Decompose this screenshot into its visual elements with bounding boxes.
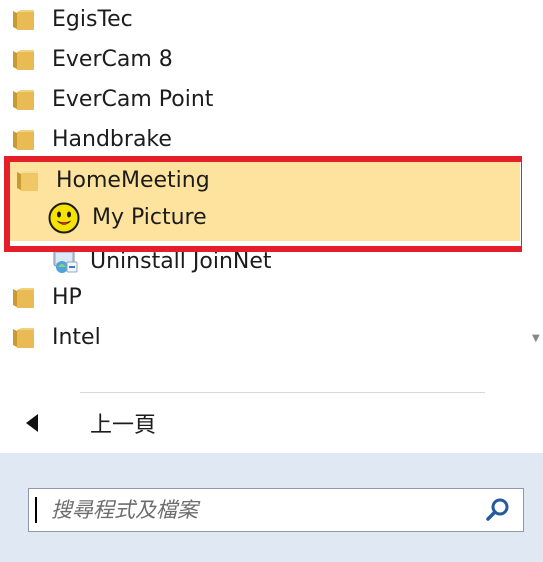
program-item-egistec[interactable]: EgisTec (12, 0, 133, 40)
program-label: HP (52, 285, 82, 310)
folder-icon (13, 10, 34, 30)
back-button[interactable]: 上一頁 (26, 398, 156, 448)
search-icon[interactable] (485, 497, 511, 523)
program-item-intel[interactable]: Intel (12, 318, 101, 358)
menu-separator (80, 392, 485, 393)
program-item-homemeeting[interactable]: HomeMeeting (16, 161, 210, 201)
program-item-evercam-point[interactable]: EverCam Point (12, 80, 213, 120)
folder-icon (13, 328, 34, 348)
all-programs-list: EgisTec EverCam 8 EverCam Point Handbrak… (0, 0, 527, 360)
program-label: Handbrake (52, 127, 172, 152)
program-item-evercam-8[interactable]: EverCam 8 (12, 40, 173, 80)
uninstall-icon (53, 250, 78, 273)
smiley-icon (48, 202, 80, 234)
program-label: EverCam 8 (52, 47, 173, 72)
program-label: Uninstall JoinNet (90, 249, 272, 274)
scroll-down-arrow-icon[interactable]: ▼ (532, 334, 540, 344)
folder-icon (13, 288, 34, 308)
start-menu: EgisTec EverCam 8 EverCam Point Handbrak… (0, 0, 543, 562)
program-label: Intel (52, 325, 101, 350)
program-item-handbrake[interactable]: Handbrake (12, 120, 172, 160)
program-label: EverCam Point (52, 87, 214, 112)
program-label: My Picture (92, 205, 207, 230)
folder-icon (13, 50, 34, 70)
program-label: EgisTec (52, 7, 133, 32)
folder-icon (13, 90, 34, 110)
search-panel (0, 453, 543, 562)
program-item-my-picture[interactable]: My Picture (48, 198, 207, 238)
program-item-uninstall-joinnet[interactable]: Uninstall JoinNet (52, 242, 272, 282)
back-arrow-icon (26, 414, 38, 432)
program-label: HomeMeeting (56, 168, 210, 193)
folder-open-icon (17, 171, 38, 191)
folder-icon (13, 130, 34, 150)
search-box[interactable] (28, 488, 524, 532)
back-label: 上一頁 (90, 413, 157, 438)
program-item-hp[interactable]: HP (12, 278, 82, 318)
search-input[interactable] (35, 497, 485, 523)
program-list-scrollbar[interactable] (522, 0, 543, 360)
